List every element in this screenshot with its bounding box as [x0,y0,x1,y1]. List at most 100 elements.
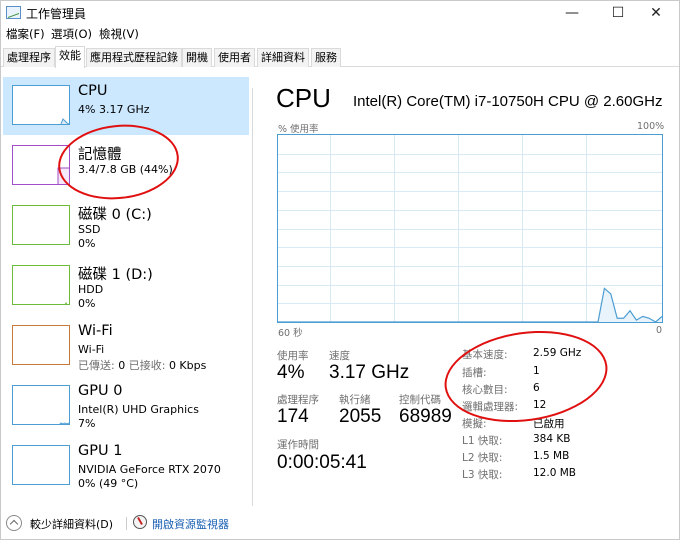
menu-file[interactable]: 檔案(F) [6,26,45,42]
close-button[interactable]: ✕ [633,1,679,25]
handles-value: 68989 [399,406,452,427]
tab-app-history[interactable]: 應用程式歷程記錄 [86,48,182,67]
resource-throughput: 已傳送: 0 已接收: 0 Kbps [78,357,206,373]
tab-services[interactable]: 服務 [311,48,341,67]
resource-usage: 7% [78,417,96,430]
resource-name: 記憶體 [78,147,122,163]
task-manager-window: 工作管理員 — ☐ ✕ 檔案(F) 選項(O) 檢視(V) 處理程序 效能 應用… [0,0,680,540]
resource-name: GPU 1 [78,443,123,459]
processes-value: 174 [277,406,309,427]
resource-usage: 0% (49 °C) [78,477,139,490]
tab-details[interactable]: 詳細資料 [257,48,309,67]
gpu0-thumbnail-graph [12,385,70,425]
spec-label-logical-processors: 邏輯處理器: [462,401,519,413]
open-resource-monitor-link[interactable]: 開啟資源監視器 [152,516,229,532]
spec-label-l1-cache: L1 快取: [462,435,503,447]
spec-value-logical-processors: 12 [533,399,547,411]
resource-usage: 0% [78,237,96,250]
resource-item-wifi[interactable]: Wi-Fi Wi-Fi 已傳送: 0 已接收: 0 Kbps [3,317,249,375]
detail-title: CPU [276,83,331,113]
received-value: 0 Kbps [168,359,207,372]
resource-name: 磁碟 0 (C:) [78,207,152,223]
resource-item-memory[interactable]: 記憶體 3.4/7.8 GB (44%) [3,137,249,195]
cpu-usage-graph [277,134,663,323]
resource-type: Wi-Fi [78,343,105,356]
cpu-thumbnail-graph [12,85,70,125]
spec-label-sockets: 插槽: [462,367,487,379]
uptime-value: 0:00:05:41 [277,452,367,473]
disk1-thumbnail-line [64,301,68,304]
disk1-thumbnail-graph [12,265,70,305]
spec-value-virtualization: 已啟用 [533,418,565,430]
speed-value: 3.17 GHz [329,362,410,383]
resource-summary: 3.4/7.8 GB (44%) [78,163,173,176]
gpu0-thumbnail-line [59,422,69,424]
resource-summary: 4% 3.17 GHz [78,103,150,116]
tab-performance[interactable]: 效能 [55,46,85,68]
tab-users[interactable]: 使用者 [214,48,255,67]
resource-name: GPU 0 [78,383,123,399]
footer-separator [126,517,127,530]
cpu-thumbnail-line [60,118,69,124]
usage-label: 使用率 [277,350,309,362]
footer: 較少詳細資料(D) 開啟資源監視器 [1,506,679,539]
cpu-usage-chart [278,135,662,322]
threads-value: 2055 [339,406,382,427]
graph-y-max-label: 100% [637,121,665,132]
resource-item-gpu-0[interactable]: GPU 0 Intel(R) UHD Graphics 7% [3,377,249,435]
spec-value-base-speed: 2.59 GHz [533,347,582,359]
resource-model: NVIDIA GeForce RTX 2070 [78,463,221,476]
window-title: 工作管理員 [26,7,87,21]
spec-label-l3-cache: L3 快取: [462,469,503,481]
panel-divider[interactable] [252,88,253,506]
resource-type: SSD [78,223,101,236]
tab-processes[interactable]: 處理程序 [3,48,55,67]
resource-name: 磁碟 1 (D:) [78,267,153,283]
gpu1-thumbnail-graph [12,445,70,485]
resource-usage: 0% [78,297,96,310]
wifi-thumbnail-graph [12,325,70,365]
spec-label-base-speed: 基本速度: [462,349,508,361]
resource-item-gpu-1[interactable]: GPU 1 NVIDIA GeForce RTX 2070 0% (49 °C) [3,437,249,495]
resource-monitor-icon [133,515,147,529]
resource-type: HDD [78,283,104,296]
resource-item-disk-1[interactable]: 磁碟 1 (D:) HDD 0% [3,257,249,315]
spec-label-cores: 核心數目: [462,384,508,396]
spec-label-l2-cache: L2 快取: [462,452,503,464]
memory-thumbnail-graph [12,145,70,185]
minimize-button[interactable]: — [549,1,595,25]
sent-value: 0 [118,359,126,372]
menu-view[interactable]: 檢視(V) [99,26,139,42]
title-bar[interactable]: 工作管理員 — ☐ ✕ [1,1,679,25]
task-manager-app-icon [6,6,21,19]
tab-bar: 處理程序 效能 應用程式歷程記錄 開機 使用者 詳細資料 服務 [1,46,679,68]
processes-label: 處理程序 [277,394,319,406]
cpu-usage-area [278,288,662,322]
memory-thumbnail-fill [57,167,69,184]
threads-label: 執行緒 [339,394,371,406]
chevron-up-icon [6,515,22,531]
spec-value-l3-cache: 12.0 MB [533,467,576,479]
resource-item-cpu[interactable]: CPU 4% 3.17 GHz [3,77,249,135]
disk0-thumbnail-graph [12,205,70,245]
cpu-model-name: Intel(R) Core(TM) i7-10750H CPU @ 2.60GH… [353,93,663,110]
spec-value-sockets: 1 [533,365,540,377]
usage-value: 4% [277,362,305,383]
resource-model: Intel(R) UHD Graphics [78,403,199,416]
fewer-details-label: 較少詳細資料(D) [30,518,114,531]
received-label: 已接收: [128,359,166,372]
spec-label-virtualization: 模擬: [462,418,487,430]
tab-startup[interactable]: 開機 [182,48,212,67]
resource-item-disk-0[interactable]: 磁碟 0 (C:) SSD 0% [3,197,249,255]
resource-name: CPU [78,83,108,99]
handles-label: 控制代碼 [399,394,441,406]
resource-name: Wi-Fi [78,323,113,339]
spec-value-cores: 6 [533,382,540,394]
graph-x-right-label: 0 [656,325,663,336]
sent-label: 已傳送: [78,359,115,372]
spec-value-l2-cache: 1.5 MB [533,450,570,462]
uptime-label: 運作時間 [277,439,319,451]
graph-y-label: % 使用率 [278,124,319,135]
resource-list: CPU 4% 3.17 GHz 記憶體 3.4/7.8 GB (44%) 磁碟 … [1,77,253,505]
menu-options[interactable]: 選項(O) [51,26,92,42]
